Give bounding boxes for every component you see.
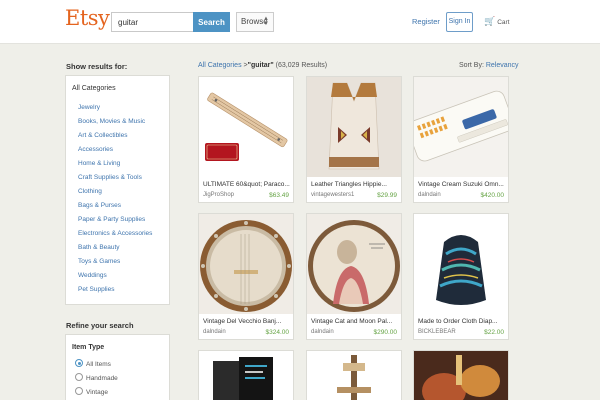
listing-image[interactable] [414,214,508,314]
listing-image[interactable] [414,351,508,400]
listing-price: $22.00 [484,329,504,336]
cart-label: Cart [497,19,510,26]
listing-title[interactable]: Leather Triangles Hippie... [311,181,399,188]
listing-image[interactable] [199,351,293,400]
radio-handmade[interactable]: Handmade [75,373,118,383]
result-count: (63,029 Results) [275,62,328,69]
category-link[interactable]: Paper & Party Supplies [78,214,152,228]
listing-title[interactable]: Vintage Del Vecchio Banj... [203,318,291,325]
category-link[interactable]: Toys & Games [78,256,152,270]
cart-icon: 🛒 [484,16,496,26]
category-link[interactable]: Bags & Purses [78,200,152,214]
category-link[interactable]: Craft Supplies & Tools [78,172,152,186]
all-categories-label[interactable]: All Categories [72,85,116,92]
show-results-heading: Show results for: [66,62,128,71]
radio-all-items[interactable]: All Items [75,359,111,369]
category-list: Jewelry Books, Movies & Music Art & Coll… [78,102,152,298]
listing-card[interactable]: Vintage Del Vecchio Banj... dalndain $32… [198,213,294,340]
listing-card[interactable]: Leather Triangles Hippie... vintageweste… [306,76,402,203]
listing-price: $29.99 [377,192,397,199]
radio-icon[interactable] [75,373,83,381]
listing-price: $290.00 [373,329,398,336]
listing-shop[interactable]: dalndain [418,192,441,198]
listing-shop[interactable]: vintagewesters1 [311,192,354,198]
radio-selected-icon[interactable] [75,359,83,367]
listing-card[interactable]: Made to Order Cloth Diap... BICKLEBEAR $… [413,213,509,340]
listing-image[interactable] [199,214,293,314]
breadcrumb-all-categories[interactable]: All Categories [198,62,242,69]
item-type-heading: Item Type [72,344,105,351]
listing-title[interactable]: Vintage Cat and Moon Pal... [311,318,399,325]
listing-card[interactable]: Vintage Cat and Moon Pal... dalndain $29… [306,213,402,340]
register-link[interactable]: Register [412,17,440,26]
up-down-caret-icon: ▲ ▼ [263,16,269,27]
search-query: "guitar" [247,62,274,69]
category-link[interactable]: Accessories [78,144,152,158]
listing-image[interactable] [307,214,401,314]
sort-value[interactable]: Relevancy [486,62,519,69]
breadcrumb: All Categories >"guitar" (63,029 Results… [198,62,327,69]
listing-price: $63.49 [269,192,289,199]
listing-card[interactable] [306,350,402,400]
radio-vintage[interactable]: Vintage [75,387,108,397]
listing-shop[interactable]: BICKLEBEAR [418,329,456,335]
listing-title[interactable]: ULTIMATE 60&quot; Paraco... [203,181,291,188]
category-panel: All Categories Jewelry Books, Movies & M… [65,75,170,305]
category-link[interactable]: Pet Supplies [78,284,152,298]
radio-label: All Items [86,361,111,368]
sort-label: Sort By: [459,62,484,69]
refine-heading: Refine your search [66,321,134,330]
category-link[interactable]: Jewelry [78,102,152,116]
category-link[interactable]: Home & Living [78,158,152,172]
listing-card[interactable]: Vintage Cream Suzuki Omn... dalndain $42… [413,76,509,203]
item-type-panel: Item Type All Items Handmade Vintage [65,334,170,400]
listing-image[interactable] [307,351,401,400]
listing-shop[interactable]: dalndain [203,329,226,335]
listing-title[interactable]: Made to Order Cloth Diap... [418,318,506,325]
listing-card[interactable] [198,350,294,400]
etsy-logo[interactable]: Etsy [65,6,110,30]
category-link[interactable]: Clothing [78,186,152,200]
listing-shop[interactable]: JigProShop [203,192,234,198]
sort-by: Sort By: Relevancy [459,62,519,69]
cart-link[interactable]: 🛒 Cart [484,16,510,27]
search-input[interactable] [111,12,193,32]
category-link[interactable]: Art & Collectibles [78,130,152,144]
search-button[interactable]: Search [193,12,230,32]
listing-card[interactable] [413,350,509,400]
category-link[interactable]: Bath & Beauty [78,242,152,256]
listing-title[interactable]: Vintage Cream Suzuki Omn... [418,181,506,188]
top-header: Etsy Search Browse ▲▼ Register Sign In 🛒… [0,0,600,44]
category-link[interactable]: Weddings [78,270,152,284]
listing-image[interactable] [414,77,508,177]
listing-price: $420.00 [480,192,505,199]
listing-image[interactable] [307,77,401,177]
browse-dropdown[interactable]: Browse ▲ ▼ [236,12,274,32]
radio-label: Handmade [86,375,118,382]
sign-in-button[interactable]: Sign In [446,12,473,32]
category-link[interactable]: Books, Movies & Music [78,116,152,130]
listing-image[interactable] [199,77,293,177]
category-link[interactable]: Electronics & Accessories [78,228,152,242]
listing-price: $324.00 [265,329,290,336]
listing-shop[interactable]: dalndain [311,329,334,335]
radio-icon[interactable] [75,387,83,395]
radio-label: Vintage [86,389,108,396]
listing-card[interactable]: ULTIMATE 60&quot; Paraco... JigProShop $… [198,76,294,203]
